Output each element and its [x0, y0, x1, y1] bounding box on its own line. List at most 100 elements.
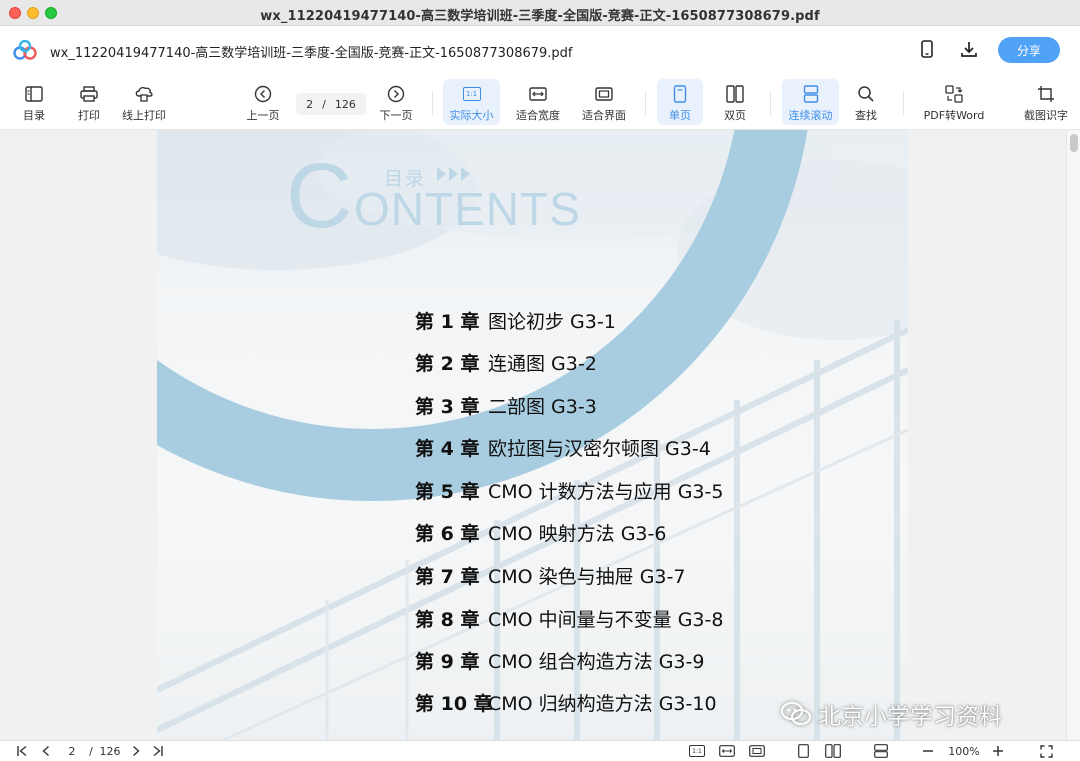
toc-entry[interactable]: 第 8 章 CMO 中间量与不变量 G3-8	[415, 605, 723, 632]
toc-chapter: 第 2 章	[415, 353, 480, 375]
single-page-small-icon[interactable]	[796, 743, 810, 759]
online-print-button[interactable]: 线上打印	[119, 79, 169, 125]
status-page-separator: /	[89, 744, 93, 758]
app-logo-icon	[13, 40, 37, 60]
document-viewer[interactable]: C ONTENTS 目录 第 1 章图论初步 G3-1 第 2 章连通图 G3-…	[0, 130, 1080, 740]
toc-entry[interactable]: 第 5 章 CMO 计数方法与应用 G3-5	[415, 477, 723, 504]
printer-icon	[80, 86, 98, 102]
toc-title: CMO 中间量与不变量 G3-8	[488, 609, 724, 631]
prev-page-icon[interactable]	[38, 743, 54, 759]
toc-entry[interactable]: 第 1 章图论初步 G3-1	[415, 307, 616, 334]
scrollbar-thumb[interactable]	[1070, 134, 1078, 152]
toc-entry[interactable]: 第 4 章欧拉图与汉密尔顿图 G3-4	[415, 434, 711, 461]
toolbar-divider	[645, 91, 646, 115]
single-page-label: 单页	[669, 109, 691, 122]
fit-page-icon	[595, 87, 613, 101]
phone-icon[interactable]	[916, 38, 938, 60]
print-button[interactable]: 打印	[69, 79, 109, 125]
last-page-icon[interactable]	[150, 743, 166, 759]
fit-page-small-icon[interactable]	[748, 743, 766, 759]
status-current-page[interactable]: 2	[64, 743, 80, 759]
fit-width-button[interactable]: 适合宽度	[510, 79, 566, 125]
first-page-icon[interactable]	[14, 743, 30, 759]
toolbar: 目录 打印 线上打印 上一页 2 / 126 下一页 1:1 实际大小 适合宽度…	[0, 75, 1080, 130]
status-bar: 2 / 126 1:1 100%	[0, 740, 1080, 761]
watermark-text: 北京小学学习资料	[818, 704, 1002, 730]
fit-page-label: 适合界面	[582, 109, 626, 122]
chevron-left-circle-icon	[254, 85, 272, 103]
ocr-button[interactable]: 截图识字	[1018, 79, 1074, 125]
zoom-out-icon[interactable]	[920, 743, 936, 759]
toc-chapter: 第 7 章	[415, 566, 480, 588]
search-icon	[858, 86, 874, 102]
prev-page-label: 上一页	[246, 109, 280, 122]
toc-title: 二部图 G3-3	[488, 396, 597, 418]
toolbar-divider	[770, 91, 771, 115]
toc-heading: 目录	[384, 168, 427, 190]
fullscreen-icon[interactable]	[1038, 743, 1054, 759]
continuous-scroll-small-icon[interactable]	[872, 743, 890, 759]
convert-icon	[945, 85, 963, 103]
share-button[interactable]: 分享	[998, 37, 1060, 63]
actual-size-button[interactable]: 1:1 实际大小	[443, 79, 500, 125]
double-page-small-icon[interactable]	[824, 743, 842, 759]
next-page-label: 下一页	[379, 109, 413, 122]
toc-icon	[25, 86, 43, 102]
zoom-in-icon[interactable]	[990, 743, 1006, 759]
prev-page-button[interactable]: 上一页	[243, 79, 283, 125]
toc-chapter: 第 1 章	[415, 311, 480, 333]
search-button[interactable]: 查找	[846, 79, 886, 125]
continuous-scroll-label: 连续滚动	[788, 109, 833, 122]
window-titlebar: wx_11220419477140-高三数学培训班-三季度-全国版-竞赛-正文-…	[0, 0, 1080, 26]
toc-chapter: 第 4 章	[415, 438, 480, 460]
pdf-to-word-label: PDF转Word	[923, 109, 985, 122]
pdf-page: C ONTENTS 目录 第 1 章图论初步 G3-1 第 2 章连通图 G3-…	[157, 130, 908, 740]
cloud-print-icon	[135, 86, 153, 102]
double-page-button[interactable]: 双页	[713, 79, 757, 125]
arrows-decoration	[437, 167, 470, 181]
current-page: 2	[306, 97, 314, 111]
toc-chapter: 第 8 章	[415, 609, 480, 631]
fit-width-small-icon[interactable]	[718, 743, 736, 759]
toc-label: 目录	[23, 109, 45, 122]
toc-chapter: 第 5 章	[415, 481, 480, 503]
toc-entry[interactable]: 第 9 章 CMO 组合构造方法 G3-9	[415, 647, 704, 674]
toc-title: 图论初步 G3-1	[488, 311, 616, 333]
zoom-level[interactable]: 100%	[944, 743, 984, 759]
vertical-scrollbar[interactable]	[1066, 130, 1080, 740]
continuous-scroll-icon	[803, 85, 818, 103]
toc-entry[interactable]: 第 3 章二部图 G3-3	[415, 392, 597, 419]
ocr-label: 截图识字	[1024, 109, 1068, 122]
contents-heading: ONTENTS	[354, 183, 581, 235]
double-page-icon	[726, 85, 744, 103]
window-title: wx_11220419477140-高三数学培训班-三季度-全国版-竞赛-正文-…	[260, 9, 820, 24]
page-number-input[interactable]: 2 / 126	[296, 93, 366, 115]
toc-title: CMO 染色与抽屉 G3-7	[488, 566, 686, 588]
toc-entry[interactable]: 第 6 章 CMO 映射方法 G3-6	[415, 519, 666, 546]
toc-chapter: 第 10 章	[415, 693, 493, 715]
single-page-icon	[673, 85, 687, 103]
toolbar-divider	[903, 91, 904, 115]
fit-page-button[interactable]: 适合界面	[576, 79, 632, 125]
toc-title: 连通图 G3-2	[488, 353, 597, 375]
toc-title: CMO 组合构造方法 G3-9	[488, 651, 705, 673]
page-separator: /	[322, 97, 326, 111]
single-page-button[interactable]: 单页	[657, 79, 703, 125]
toc-title: CMO 映射方法 G3-6	[488, 523, 667, 545]
toc-entry[interactable]: 第 7 章 CMO 染色与抽屉 G3-7	[415, 562, 685, 589]
actual-size-small-icon[interactable]: 1:1	[688, 743, 706, 759]
toc-chapter: 第 9 章	[415, 651, 480, 673]
online-print-label: 线上打印	[122, 109, 166, 122]
toc-entry[interactable]: 第 10 章 CMO 归纳构造方法 G3-10	[415, 689, 717, 716]
toc-button[interactable]: 目录	[14, 79, 54, 125]
next-page-button[interactable]: 下一页	[376, 79, 416, 125]
next-page-icon[interactable]	[128, 743, 144, 759]
download-icon[interactable]	[958, 38, 980, 60]
toc-entry[interactable]: 第 2 章连通图 G3-2	[415, 349, 597, 376]
actual-size-label: 实际大小	[449, 109, 494, 122]
crop-icon	[1038, 86, 1054, 102]
continuous-scroll-button[interactable]: 连续滚动	[782, 79, 839, 125]
search-label: 查找	[855, 109, 877, 122]
toc-title: CMO 计数方法与应用 G3-5	[488, 481, 724, 503]
pdf-to-word-button[interactable]: PDF转Word	[918, 79, 990, 125]
